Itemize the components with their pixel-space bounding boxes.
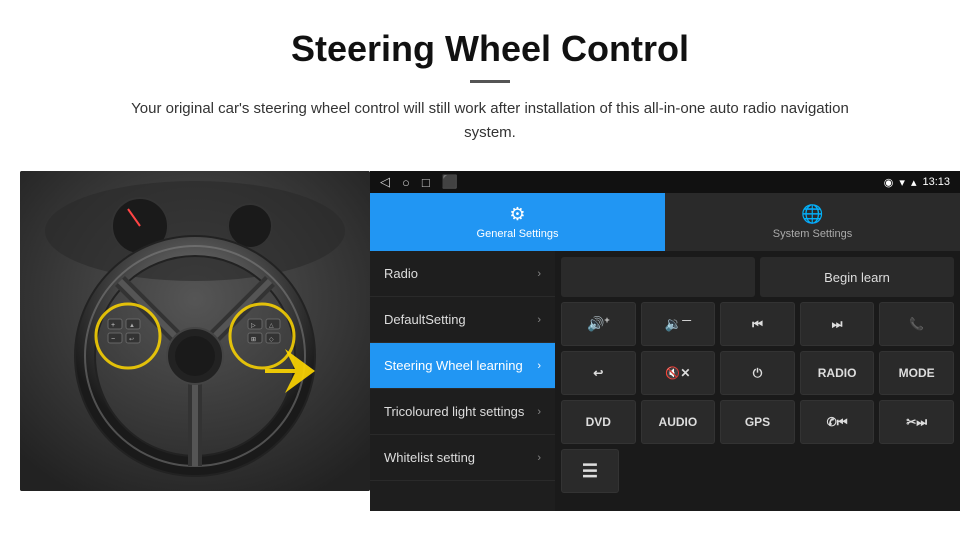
svg-text:△: △	[269, 323, 274, 329]
chevron-icon-whitelist: ›	[537, 452, 541, 464]
nav-other-icon[interactable]: ⬛	[442, 174, 458, 190]
menu-item-steering[interactable]: Steering Wheel learning ›	[370, 343, 555, 389]
menu-radio-label: Radio	[384, 266, 418, 281]
radio-label: RADIO	[818, 366, 857, 380]
phone-next-icon: ✂⏭	[906, 415, 927, 430]
tab-general[interactable]: ⚙ General Settings	[370, 193, 665, 251]
dvd-label: DVD	[586, 415, 611, 429]
chevron-icon-default: ›	[537, 314, 541, 326]
power-button[interactable]: ⏻	[720, 351, 795, 395]
prev-track-button[interactable]: ⏮	[720, 302, 795, 346]
menu-whitelist-label: Whitelist setting	[384, 450, 475, 465]
svg-text:▷: ▷	[251, 323, 256, 329]
vol-down-icon: 🔉—	[665, 315, 691, 333]
mute-icon: 🔇✕	[665, 366, 690, 380]
vol-up-button[interactable]: 🔊+	[561, 302, 636, 346]
menu-default-label: DefaultSetting	[384, 312, 466, 327]
audio-label: AUDIO	[659, 415, 698, 429]
wifi-icon: ▾	[899, 176, 905, 189]
steering-wheel-image: + − ▲ ↩ ▷ ⊞ △ ◇	[20, 171, 370, 491]
control-row-1: Begin learn	[561, 257, 954, 297]
power-icon: ⏻	[753, 366, 763, 381]
page-header: Steering Wheel Control Your original car…	[0, 0, 980, 161]
next-track-icon: ⏭	[832, 317, 843, 332]
ui-panel: ◁ ○ □ ⬛ ◉ ▾ ▴ 13:13 ⚙ General Settings 🌐…	[370, 171, 960, 511]
next-track-button[interactable]: ⏭	[800, 302, 875, 346]
svg-text:+: +	[111, 322, 115, 329]
radio-button[interactable]: RADIO	[800, 351, 875, 395]
title-divider	[470, 80, 510, 83]
vol-down-button[interactable]: 🔉—	[641, 302, 716, 346]
gps-label: GPS	[745, 415, 770, 429]
page-title: Steering Wheel Control	[40, 28, 940, 70]
mode-button[interactable]: MODE	[879, 351, 954, 395]
svg-text:−: −	[111, 336, 115, 343]
status-bar-info: ◉ ▾ ▴ 13:13	[884, 176, 950, 189]
svg-text:↩: ↩	[129, 337, 134, 343]
menu-item-default[interactable]: DefaultSetting ›	[370, 297, 555, 343]
vol-up-icon: 🔊+	[587, 315, 610, 333]
left-menu: Radio › DefaultSetting › Steering Wheel …	[370, 251, 555, 511]
control-row-5: ☰	[561, 449, 954, 493]
tab-bar: ⚙ General Settings 🌐 System Settings	[370, 193, 960, 251]
control-row-3: ↩ 🔇✕ ⏻ RADIO MODE	[561, 351, 954, 395]
phone-icon: 📞	[909, 317, 924, 331]
time-display: 13:13	[922, 176, 950, 188]
tab-system-label: System Settings	[773, 228, 852, 240]
system-settings-icon: 🌐	[801, 204, 823, 225]
back-icon: ↩	[593, 366, 603, 380]
list-icon: ☰	[582, 461, 598, 482]
mode-label: MODE	[899, 366, 935, 380]
menu-item-tricoloured[interactable]: Tricoloured light settings ›	[370, 389, 555, 435]
svg-text:⊞: ⊞	[251, 337, 256, 343]
empty-box	[561, 257, 755, 297]
audio-button[interactable]: AUDIO	[641, 400, 716, 444]
chevron-icon-radio: ›	[537, 268, 541, 280]
back-button[interactable]: ↩	[561, 351, 636, 395]
control-row-4: DVD AUDIO GPS ✆⏮ ✂⏭	[561, 400, 954, 444]
panel-body: Radio › DefaultSetting › Steering Wheel …	[370, 251, 960, 511]
svg-text:◇: ◇	[269, 337, 274, 343]
status-bar: ◁ ○ □ ⬛ ◉ ▾ ▴ 13:13	[370, 171, 960, 193]
content-area: + − ▲ ↩ ▷ ⊞ △ ◇ ◁ ○	[20, 171, 960, 511]
tab-general-label: General Settings	[477, 228, 559, 240]
phone-next-button[interactable]: ✂⏭	[879, 400, 954, 444]
right-controls: Begin learn 🔊+ 🔉— ⏮ ⏭	[555, 251, 960, 511]
status-bar-nav: ◁ ○ □ ⬛	[380, 174, 458, 190]
nav-home-icon[interactable]: ○	[402, 175, 410, 190]
nav-square-icon[interactable]: □	[422, 175, 430, 190]
signal-icon: ▴	[911, 176, 917, 189]
list-button[interactable]: ☰	[561, 449, 619, 493]
gps-button[interactable]: GPS	[720, 400, 795, 444]
menu-item-whitelist[interactable]: Whitelist setting ›	[370, 435, 555, 481]
chevron-icon-tricoloured: ›	[537, 406, 541, 418]
page-description: Your original car's steering wheel contr…	[110, 97, 870, 145]
phone-button[interactable]: 📞	[879, 302, 954, 346]
phone-prev-icon: ✆⏮	[827, 415, 848, 430]
general-settings-icon: ⚙	[509, 204, 525, 225]
prev-track-icon: ⏮	[752, 317, 763, 332]
svg-text:▲: ▲	[129, 323, 135, 329]
menu-tricoloured-label: Tricoloured light settings	[384, 404, 524, 419]
menu-item-radio[interactable]: Radio ›	[370, 251, 555, 297]
location-icon: ◉	[884, 176, 894, 189]
tab-system[interactable]: 🌐 System Settings	[665, 193, 960, 251]
control-row-2: 🔊+ 🔉— ⏮ ⏭ 📞	[561, 302, 954, 346]
nav-back-icon[interactable]: ◁	[380, 174, 390, 190]
chevron-icon-steering: ›	[537, 360, 541, 372]
begin-learn-button[interactable]: Begin learn	[760, 257, 954, 297]
dvd-button[interactable]: DVD	[561, 400, 636, 444]
phone-prev-button[interactable]: ✆⏮	[800, 400, 875, 444]
menu-steering-label: Steering Wheel learning	[384, 358, 523, 373]
mute-button[interactable]: 🔇✕	[641, 351, 716, 395]
